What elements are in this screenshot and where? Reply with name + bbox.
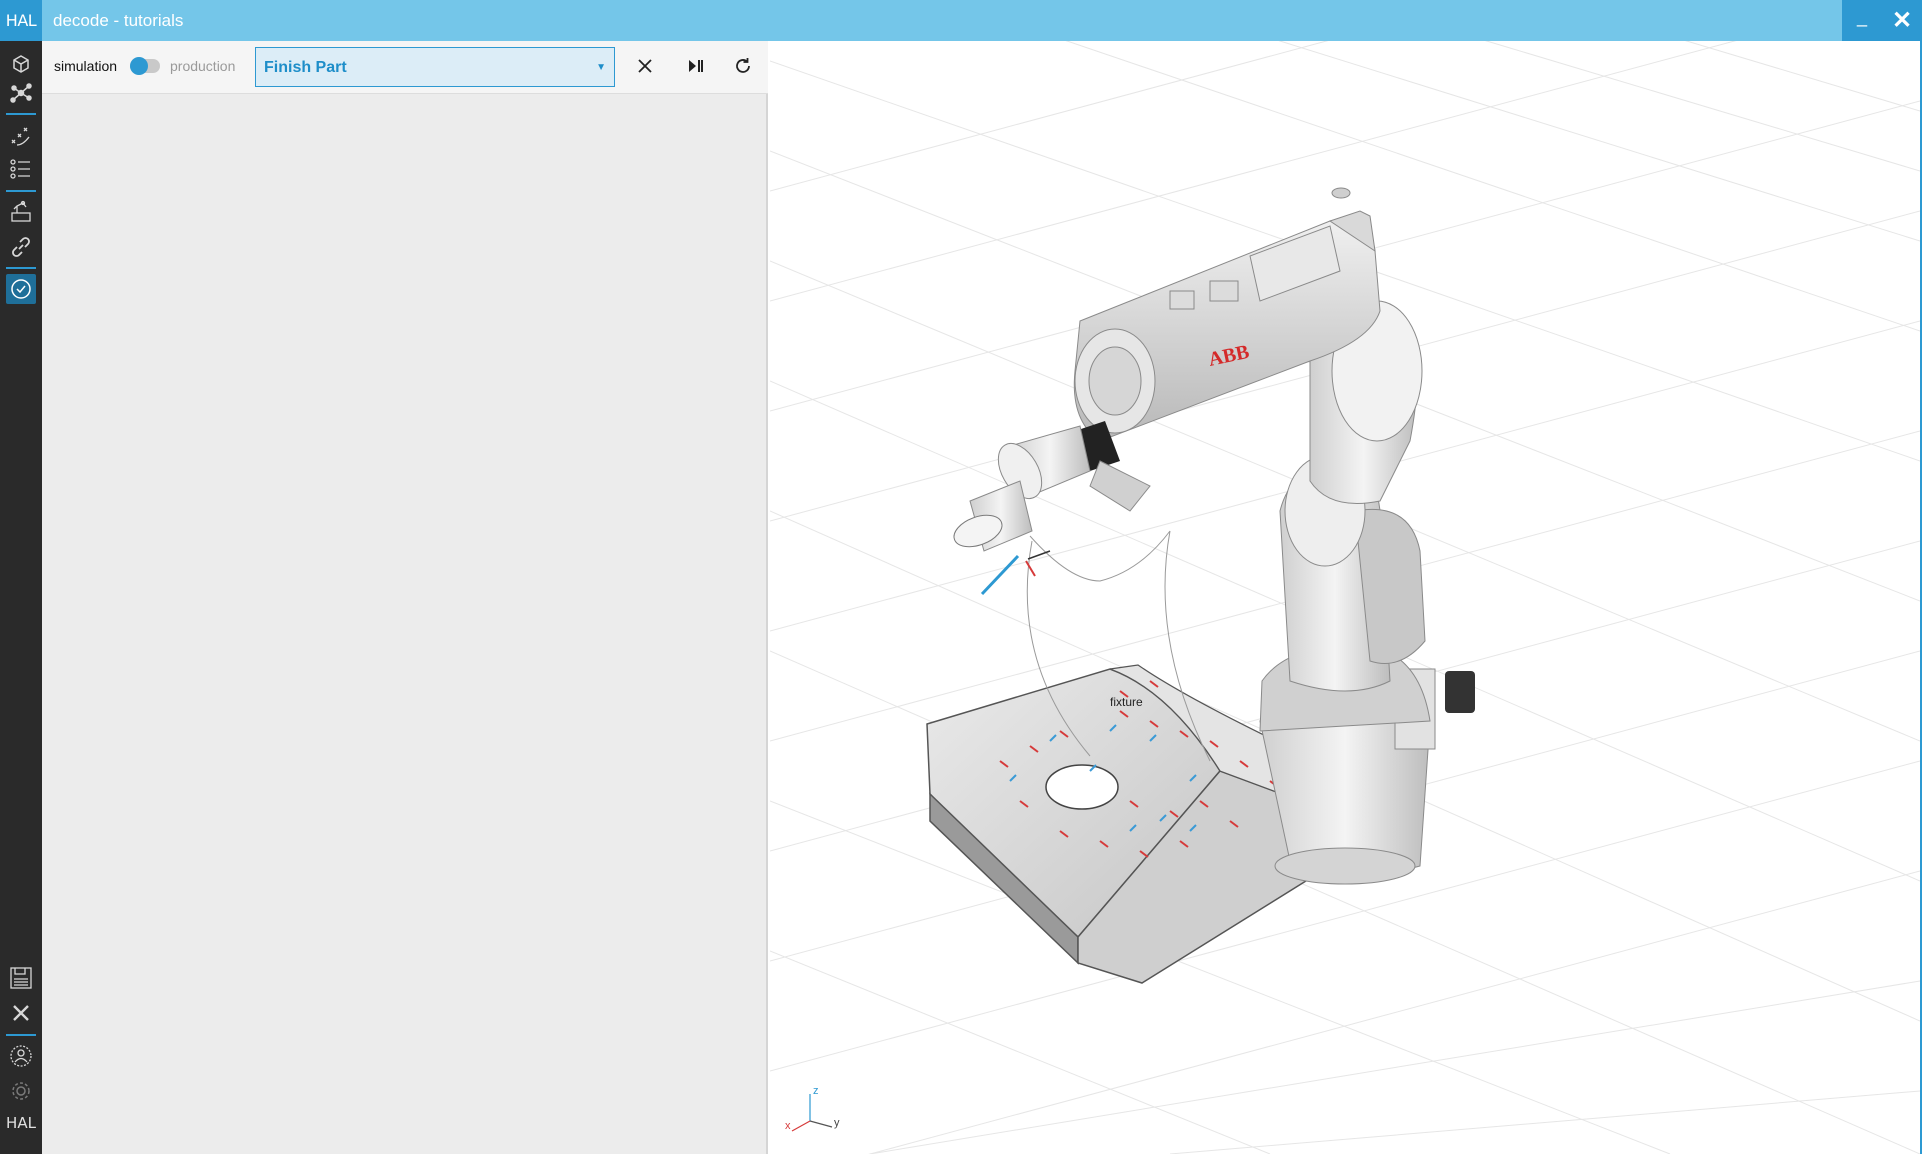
procedure-toolbar: simulation production Finish Part ▼ [42, 41, 768, 94]
simulation-label: simulation [54, 58, 118, 74]
gear-icon[interactable] [6, 1076, 36, 1106]
axis-z-label: z [813, 1085, 819, 1097]
fixture-label: fixture [1110, 695, 1143, 709]
procedure-select-value: Finish Part [264, 59, 347, 76]
connector-box [1445, 671, 1475, 713]
save-icon[interactable] [6, 963, 36, 993]
production-label: production [170, 58, 236, 74]
step-forward-button[interactable] [682, 53, 708, 79]
close-window-button[interactable]: ✕ [1882, 0, 1922, 41]
graph-nodes-icon[interactable] [6, 78, 36, 108]
axis-y-label: y [834, 1117, 840, 1129]
scene-canvas[interactable]: fixture ABB z y x [770, 41, 1920, 1154]
sidebar-divider [6, 1034, 36, 1036]
icon-sidebar: HAL [0, 41, 42, 1154]
list-icon[interactable] [6, 154, 36, 184]
step-forward-icon [689, 60, 703, 72]
chevron-down-icon: ▼ [596, 62, 606, 73]
minimize-button[interactable]: _ [1842, 0, 1882, 41]
mode-toggle[interactable] [130, 57, 160, 75]
toggle-knob [130, 57, 148, 75]
close-icon[interactable] [6, 998, 36, 1028]
cancel-button[interactable] [632, 53, 658, 79]
check-circle-icon[interactable] [6, 274, 36, 304]
path-points-icon[interactable] [6, 121, 36, 151]
sidebar-divider [6, 190, 36, 192]
procedure-select[interactable]: Finish Part ▼ [255, 47, 615, 87]
title-bar: HAL decode - tutorials _ ✕ [0, 0, 1922, 41]
axis-gizmo: z y x [785, 1085, 840, 1132]
sidebar-divider [6, 113, 36, 115]
3d-viewport[interactable]: fixture ABB z y x [770, 41, 1920, 1154]
cancel-icon [638, 59, 652, 73]
window-title: decode - tutorials [53, 11, 184, 30]
footer-logo: HAL [6, 1114, 36, 1132]
link-icon[interactable] [6, 232, 36, 262]
user-icon[interactable] [6, 1041, 36, 1071]
app-logo: HAL [0, 0, 42, 41]
procedure-panel: simulation production Finish Part ▼ [42, 41, 768, 1154]
reset-button[interactable] [730, 53, 756, 79]
axis-x-label: x [785, 1120, 791, 1132]
window-controls: _ ✕ [1842, 0, 1922, 41]
sidebar-divider [6, 267, 36, 269]
robot-cell-icon[interactable] [6, 197, 36, 227]
reset-icon [736, 58, 750, 73]
cube-icon[interactable] [6, 49, 36, 79]
